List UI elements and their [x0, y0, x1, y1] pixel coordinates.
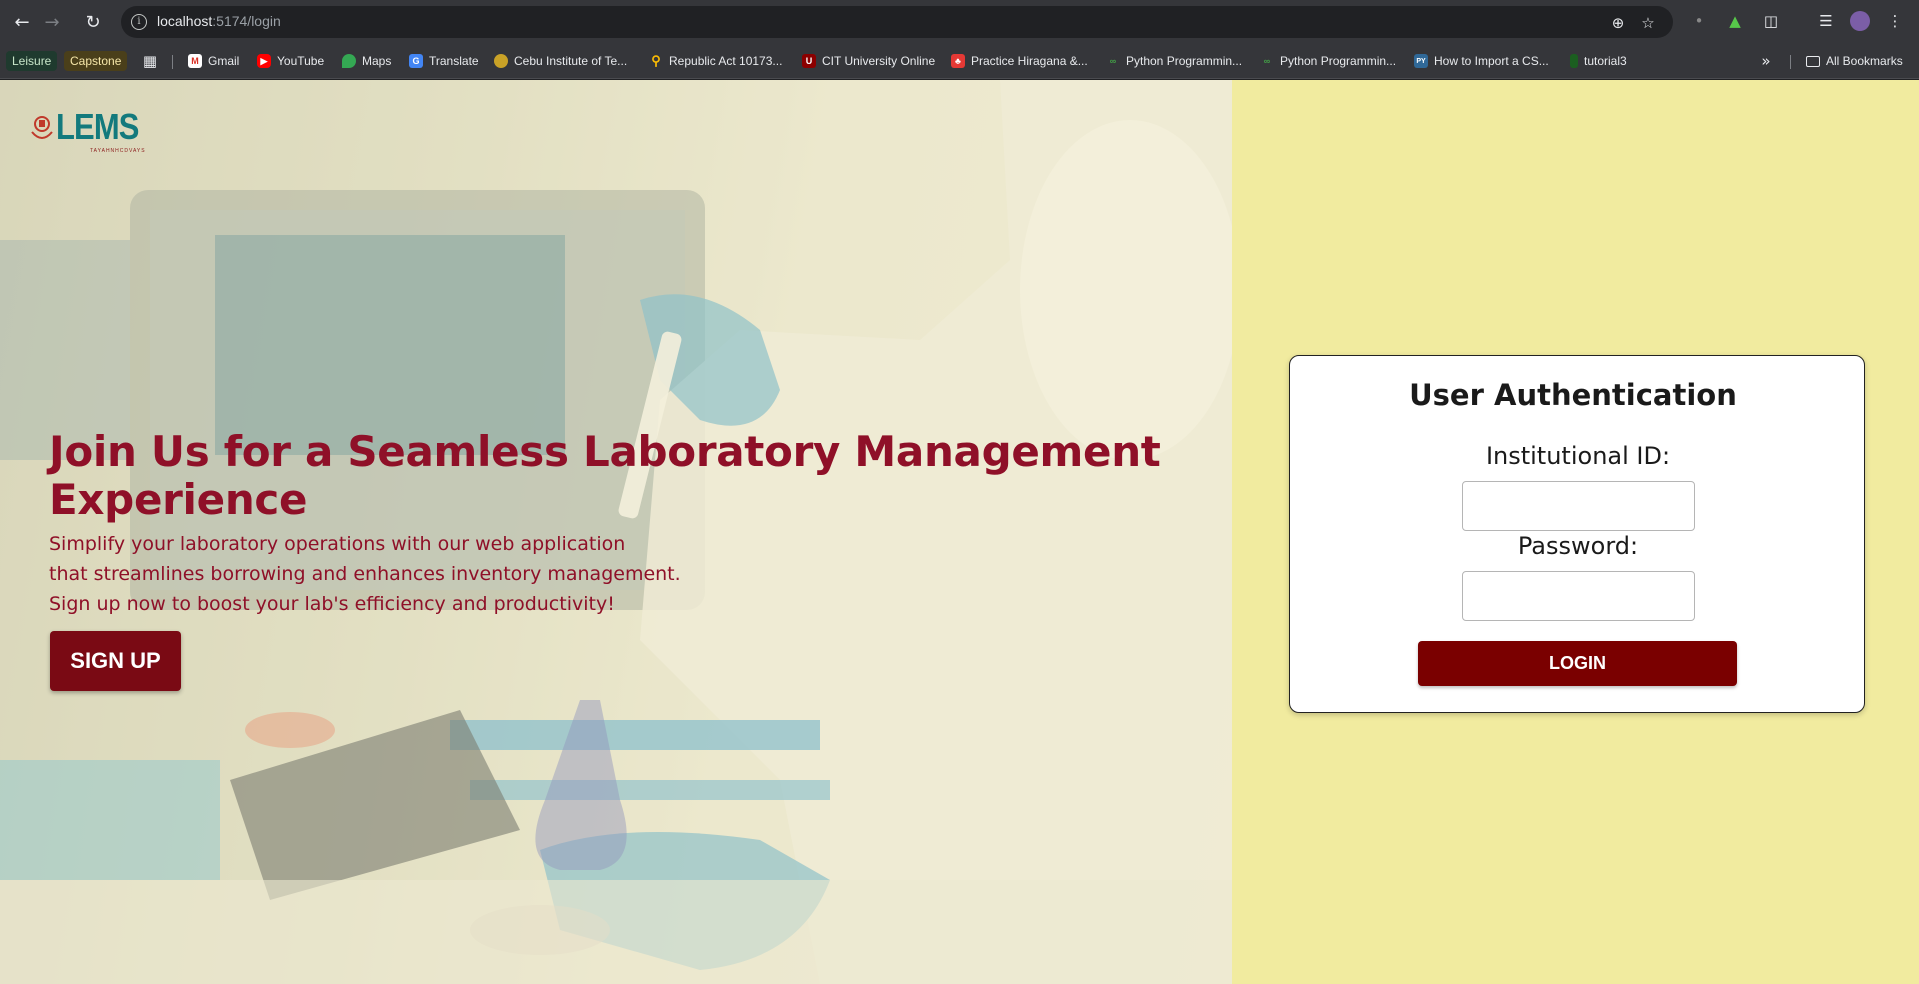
- bookmark-import-csv[interactable]: PY How to Import a CS...: [1414, 51, 1549, 71]
- youtube-icon: ▶: [257, 54, 271, 68]
- bookmark-star-icon[interactable]: ☆: [1639, 14, 1657, 32]
- more-bookmarks-chevron-icon[interactable]: »: [1755, 50, 1777, 72]
- bookmark-republic-act[interactable]: ⚲ Republic Act 10173...: [649, 51, 782, 71]
- bookmark-python-1[interactable]: ∞ Python Programmin...: [1106, 51, 1242, 71]
- browser-toolbar: ← → ↻ i localhost:5174/login ⊕ ☆ • ▲ ◫ ☰…: [0, 0, 1919, 43]
- auth-card: User Authentication Institutional ID: Pa…: [1289, 355, 1865, 713]
- reload-icon[interactable]: ↻: [79, 8, 107, 36]
- bookmark-folder-leisure[interactable]: Leisure: [6, 51, 58, 71]
- url-text[interactable]: localhost:5174/login: [157, 13, 281, 29]
- back-icon[interactable]: ←: [8, 8, 36, 36]
- login-page: LEMS TAYAHNHCDVAYS Join Us for a Seamles…: [0, 80, 1919, 984]
- logo-emblem-icon: [31, 116, 53, 139]
- hiragana-icon: ♣: [951, 54, 965, 68]
- python-icon: ∞: [1109, 56, 1117, 66]
- apps-grid-icon[interactable]: ▦: [139, 50, 161, 72]
- password-input[interactable]: [1462, 571, 1695, 621]
- gmail-icon: M: [188, 54, 202, 68]
- auth-panel: User Authentication Institutional ID: Pa…: [1232, 80, 1919, 984]
- extension-signal-icon[interactable]: ▲: [1724, 10, 1746, 32]
- hero-description-line: Sign up now to boost your lab's efficien…: [49, 593, 615, 615]
- folder-icon: [1806, 55, 1820, 67]
- bookmark-tutorial3[interactable]: tutorial3: [1570, 51, 1627, 71]
- maps-icon: [342, 54, 356, 68]
- bookmark-separator: [1790, 55, 1791, 69]
- lems-logo[interactable]: LEMS TAYAHNHCDVAYS: [28, 106, 152, 154]
- signup-button[interactable]: SIGN UP: [50, 631, 181, 691]
- menu-kebab-icon[interactable]: ⋮: [1884, 10, 1906, 32]
- hero-section: LEMS TAYAHNHCDVAYS Join Us for a Seamles…: [0, 80, 1232, 984]
- logo-text: LEMS: [56, 106, 139, 147]
- password-label: Password:: [1517, 532, 1639, 560]
- institutional-id-label: Institutional ID:: [1485, 442, 1671, 470]
- translate-icon: G: [409, 54, 423, 68]
- hero-description-line: Simplify your laboratory operations with…: [49, 533, 626, 555]
- bookmark-python-2[interactable]: ∞ Python Programmin...: [1260, 51, 1396, 71]
- auth-title: User Authentication: [1409, 378, 1737, 412]
- address-bar[interactable]: i localhost:5174/login ⊕ ☆: [121, 6, 1673, 38]
- hero-description: Simplify your laboratory operations with…: [49, 529, 681, 619]
- bookmark-gmail[interactable]: M Gmail: [188, 51, 239, 71]
- bookmark-cebu-institute[interactable]: Cebu Institute of Te...: [494, 51, 627, 71]
- bookmark-separator: [172, 55, 173, 69]
- all-bookmarks[interactable]: All Bookmarks: [1806, 51, 1903, 71]
- hero-description-line: that streamlines borrowing and enhances …: [49, 563, 681, 585]
- bookmark-translate[interactable]: G Translate: [409, 51, 479, 71]
- bookmark-youtube[interactable]: ▶ YouTube: [257, 51, 324, 71]
- extension-dot-icon[interactable]: •: [1688, 10, 1710, 32]
- cit-icon: [494, 54, 508, 68]
- py-icon: PY: [1414, 54, 1428, 68]
- bookmark-cit-online[interactable]: U CIT University Online: [802, 51, 935, 71]
- login-button[interactable]: LOGIN: [1418, 641, 1737, 686]
- institutional-id-input[interactable]: [1462, 481, 1695, 531]
- zoom-icon[interactable]: ⊕: [1609, 14, 1627, 32]
- bookmark-folder-capstone[interactable]: Capstone: [64, 51, 128, 71]
- tutorial-icon: [1570, 54, 1578, 68]
- site-info-icon[interactable]: i: [131, 14, 147, 30]
- media-control-icon[interactable]: ☰: [1815, 10, 1837, 32]
- python-icon: ∞: [1263, 56, 1271, 66]
- pin-icon: ⚲: [651, 53, 661, 68]
- bookmark-maps[interactable]: Maps: [342, 51, 391, 71]
- hero-title: Join Us for a Seamless Laboratory Manage…: [49, 427, 1161, 524]
- profile-avatar[interactable]: [1850, 11, 1870, 31]
- logo-subtext: TAYAHNHCDVAYS: [90, 148, 146, 154]
- bookmarks-bar: Leisure Capstone ▦ M Gmail ▶ YouTube Maps …: [0, 43, 1919, 79]
- forward-icon[interactable]: →: [38, 8, 66, 36]
- cit-online-icon: U: [802, 54, 816, 68]
- extensions-puzzle-icon[interactable]: ◫: [1760, 10, 1782, 32]
- bookmark-hiragana[interactable]: ♣ Practice Hiragana &...: [951, 51, 1088, 71]
